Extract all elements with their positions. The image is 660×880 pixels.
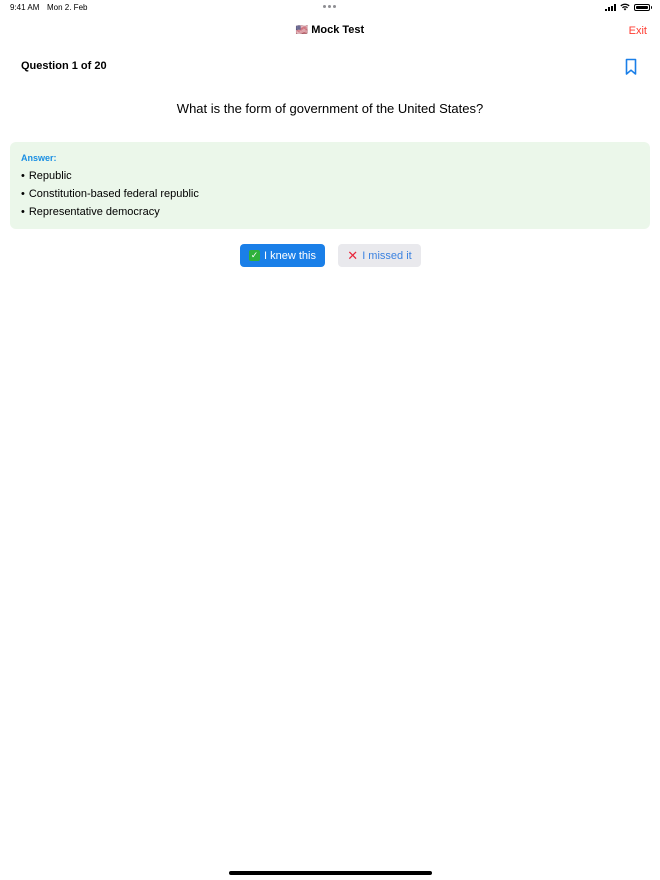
bookmark-icon xyxy=(625,58,637,75)
knew-this-label: I knew this xyxy=(264,249,316,262)
battery-icon xyxy=(634,3,652,11)
us-flag-icon: 🇺🇸 xyxy=(295,25,309,36)
status-date: Mon 2. Feb xyxy=(47,3,88,12)
multitasking-dots-icon[interactable] xyxy=(323,5,336,8)
home-indicator[interactable] xyxy=(229,871,432,875)
signal-icon xyxy=(605,3,616,11)
question-counter: Question 1 of 20 xyxy=(21,60,107,72)
question-text: What is the form of government of the Un… xyxy=(176,101,484,116)
answer-card: Answer: Republic Constitution-based fede… xyxy=(10,142,650,229)
status-icons xyxy=(605,3,652,11)
page-title: 🇺🇸 Mock Test xyxy=(0,24,660,36)
answer-label: Answer: xyxy=(21,153,57,163)
bookmark-button[interactable] xyxy=(624,58,638,76)
cross-mark-icon: ✕ xyxy=(347,248,359,263)
answer-item: Representative democracy xyxy=(21,203,639,221)
answer-item: Constitution-based federal republic xyxy=(21,185,639,203)
answer-item: Republic xyxy=(21,167,639,185)
answer-list: Republic Constitution-based federal repu… xyxy=(21,167,639,221)
status-bar: 9:41 AM Mon 2. Feb xyxy=(0,0,660,16)
wifi-icon xyxy=(620,3,630,11)
missed-it-label: I missed it xyxy=(362,249,412,262)
knew-this-button[interactable]: ✓ I knew this xyxy=(240,244,325,267)
check-mark-icon: ✓ xyxy=(249,250,261,261)
exit-button[interactable]: Exit xyxy=(629,25,647,37)
page-title-label: Mock Test xyxy=(311,24,365,36)
status-time: 9:41 AM xyxy=(10,3,40,12)
missed-it-button[interactable]: ✕ I missed it xyxy=(338,244,421,267)
